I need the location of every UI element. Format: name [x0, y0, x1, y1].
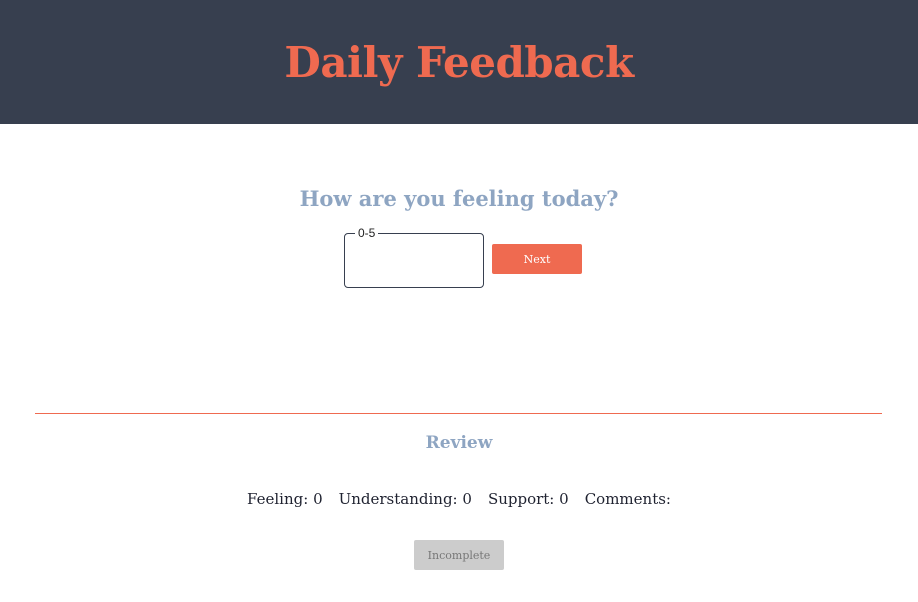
review-item-understanding: Understanding: 0 — [339, 490, 472, 508]
review-item-value: 0 — [559, 490, 569, 508]
rating-input[interactable] — [355, 240, 473, 276]
review-item-value: 0 — [313, 490, 323, 508]
review-item-feeling: Feeling: 0 — [247, 490, 323, 508]
rating-field[interactable]: 0-5 — [344, 226, 484, 288]
review-item-label: Understanding: — [338, 490, 458, 508]
next-button[interactable]: Next — [492, 244, 582, 274]
app-header: Daily Feedback — [0, 0, 918, 124]
incomplete-button[interactable]: Incomplete — [414, 540, 504, 570]
section-divider — [35, 413, 882, 414]
review-summary: Feeling: 0 Understanding: 0 Support: 0 C… — [0, 490, 918, 508]
rating-field-label: 0-5 — [358, 226, 376, 240]
review-item-comments: Comments: — [585, 490, 671, 508]
page-title: Daily Feedback — [284, 37, 634, 87]
review-item-support: Support: 0 — [488, 490, 569, 508]
review-item-value: 0 — [462, 490, 472, 508]
review-item-label: Comments: — [584, 490, 671, 508]
review-item-label: Support: — [487, 490, 555, 508]
review-item-label: Feeling: — [247, 490, 309, 508]
question-prompt: How are you feeling today? — [299, 186, 619, 211]
review-title: Review — [425, 433, 493, 453]
